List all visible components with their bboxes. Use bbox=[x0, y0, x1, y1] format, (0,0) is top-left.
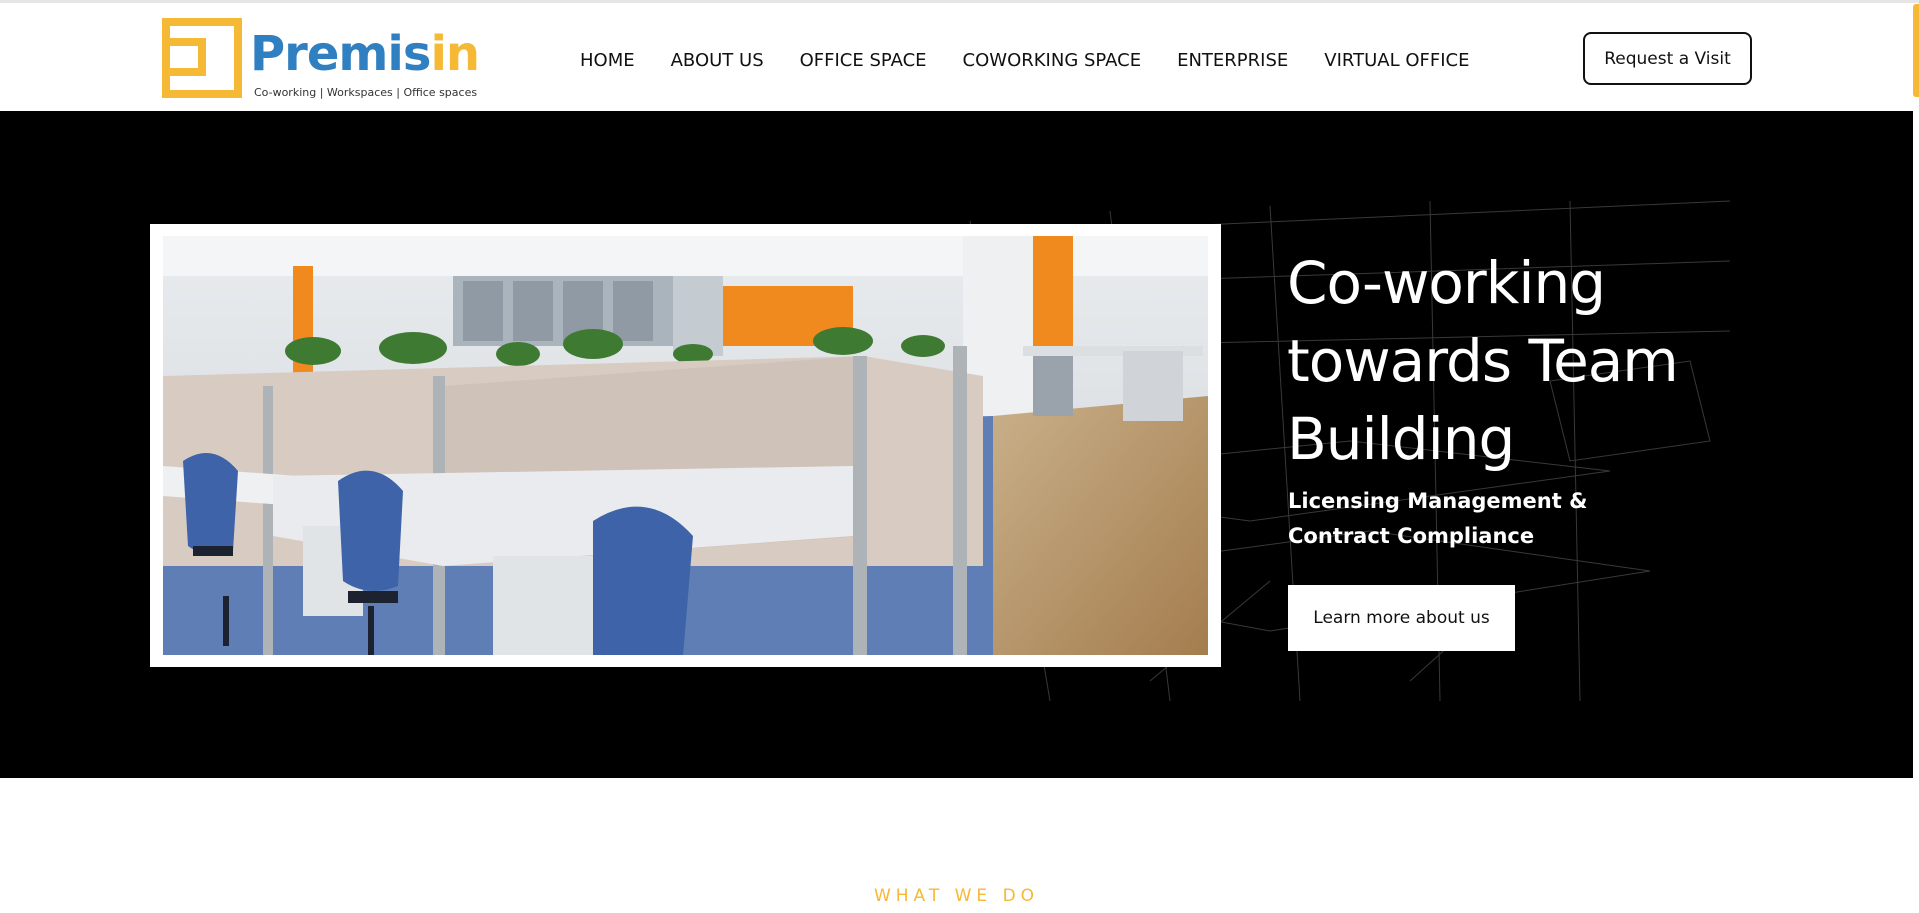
logo-mark-icon bbox=[162, 18, 242, 98]
nav-office-space[interactable]: OFFICE SPACE bbox=[800, 50, 927, 71]
section-label-what-we-do: WHAT WE DO bbox=[873, 886, 1040, 906]
brand-name: Premisin bbox=[250, 26, 480, 82]
hero-image-frame bbox=[150, 224, 1221, 667]
scrollbar-thumb[interactable] bbox=[1913, 4, 1919, 97]
nav-about-us[interactable]: ABOUT US bbox=[671, 50, 764, 71]
page: Premisin Co-working | Workspaces | Offic… bbox=[0, 0, 1919, 913]
nav-home[interactable]: HOME bbox=[580, 50, 635, 71]
request-visit-button[interactable]: Request a Visit bbox=[1583, 32, 1752, 85]
hero-section: Co-working towards Team Building Licensi… bbox=[0, 111, 1913, 778]
site-header: Premisin Co-working | Workspaces | Offic… bbox=[0, 3, 1913, 111]
brand-tagline: Co-working | Workspaces | Office spaces bbox=[254, 86, 478, 99]
office-cubicles-image bbox=[163, 236, 1208, 655]
main-nav: HOME ABOUT US OFFICE SPACE COWORKING SPA… bbox=[580, 47, 1505, 73]
learn-more-button[interactable]: Learn more about us bbox=[1288, 585, 1515, 651]
hero-subtitle: Licensing Management & Contract Complian… bbox=[1288, 489, 1588, 548]
nav-coworking-space[interactable]: COWORKING SPACE bbox=[963, 50, 1142, 71]
brand-logo[interactable]: Premisin Co-working | Workspaces | Offic… bbox=[162, 18, 480, 102]
hero-title: Co-working towards Team Building bbox=[1287, 249, 1679, 473]
nav-enterprise[interactable]: ENTERPRISE bbox=[1177, 50, 1288, 71]
nav-virtual-office[interactable]: VIRTUAL OFFICE bbox=[1324, 50, 1469, 71]
